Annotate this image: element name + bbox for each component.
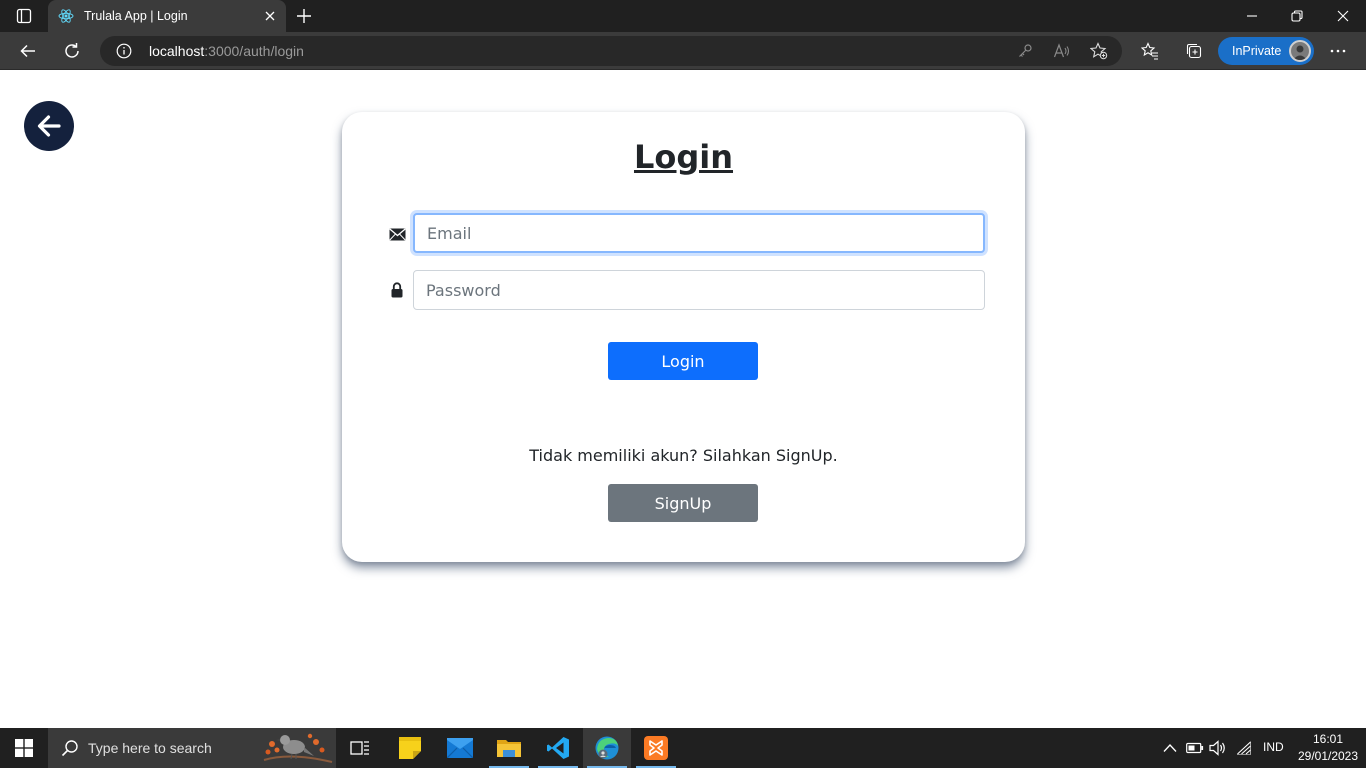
close-tab-icon[interactable] xyxy=(262,8,278,24)
sticky-notes-icon[interactable] xyxy=(386,728,434,768)
signup-prompt: Tidak memiliki akun? Silahkan SignUp. xyxy=(529,446,838,465)
browser-tab-active[interactable]: Trulala App | Login xyxy=(48,0,286,32)
show-hidden-icons-icon[interactable] xyxy=(1160,738,1180,758)
xampp-icon[interactable] xyxy=(632,728,680,768)
new-tab-icon[interactable] xyxy=(294,6,314,26)
url-text: localhost:3000/auth/login xyxy=(149,43,304,59)
taskbar-search[interactable]: Type here to search xyxy=(48,728,336,768)
lock-icon xyxy=(388,281,406,299)
clock-date: 29/01/2023 xyxy=(1297,749,1359,763)
url-host: localhost xyxy=(149,43,205,59)
address-bar[interactable]: localhost:3000/auth/login xyxy=(100,36,1122,66)
clock-time: 16:01 xyxy=(1312,732,1344,746)
profile-avatar xyxy=(1289,40,1311,62)
tab-title: Trulala App | Login xyxy=(84,9,188,23)
browser-toolbar: localhost:3000/auth/login InPrivate xyxy=(0,32,1366,70)
file-explorer-icon[interactable] xyxy=(485,728,533,768)
close-window-icon[interactable] xyxy=(1333,6,1353,26)
search-placeholder: Type here to search xyxy=(88,740,212,756)
search-highlight-bird-image xyxy=(260,730,334,766)
search-icon xyxy=(60,738,80,758)
signup-button[interactable]: SignUp xyxy=(608,484,758,522)
inprivate-button[interactable]: InPrivate xyxy=(1218,37,1314,65)
login-button[interactable]: Login xyxy=(608,342,758,380)
collections-icon[interactable] xyxy=(1184,41,1204,61)
tab-actions-icon[interactable] xyxy=(10,7,38,25)
windows-start-icon[interactable] xyxy=(0,728,48,768)
edge-icon[interactable] xyxy=(583,728,631,768)
restore-icon[interactable] xyxy=(1287,6,1307,26)
react-icon xyxy=(58,8,74,24)
input-language[interactable]: IND xyxy=(1263,740,1284,754)
password-field[interactable] xyxy=(413,270,985,310)
volume-icon[interactable] xyxy=(1208,738,1228,758)
favorites-icon[interactable] xyxy=(1140,41,1160,61)
login-card: Login Login Tidak memiliki akun? Silahka… xyxy=(342,112,1025,562)
refresh-icon[interactable] xyxy=(60,40,84,62)
add-favorite-icon[interactable] xyxy=(1090,42,1108,60)
read-aloud-icon[interactable] xyxy=(1053,42,1071,60)
vscode-icon[interactable] xyxy=(534,728,582,768)
more-options-icon[interactable] xyxy=(1328,41,1348,61)
inprivate-label: InPrivate xyxy=(1232,44,1282,58)
windows-taskbar: Type here to search IND 16:01 29/01/2023 xyxy=(0,728,1366,768)
url-path: :3000/auth/login xyxy=(204,43,304,59)
key-icon[interactable] xyxy=(1016,42,1034,60)
arrow-left-icon xyxy=(37,115,61,137)
mail-icon[interactable] xyxy=(436,728,484,768)
wifi-icon[interactable] xyxy=(1234,738,1254,758)
battery-icon[interactable] xyxy=(1185,738,1205,758)
back-button[interactable] xyxy=(24,101,74,151)
envelope-icon xyxy=(388,225,406,243)
minimize-icon[interactable] xyxy=(1242,6,1262,26)
system-clock[interactable]: 16:01 29/01/2023 xyxy=(1290,731,1366,765)
browser-tab-bar: Trulala App | Login xyxy=(0,0,1366,32)
email-field[interactable] xyxy=(413,213,985,253)
task-view-icon[interactable] xyxy=(336,728,384,768)
back-icon[interactable] xyxy=(16,40,40,62)
page-title: Login xyxy=(633,138,734,176)
site-info-icon[interactable] xyxy=(116,43,132,59)
